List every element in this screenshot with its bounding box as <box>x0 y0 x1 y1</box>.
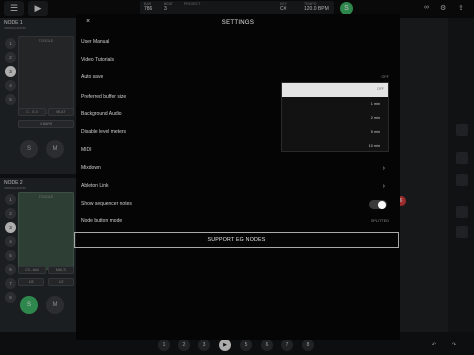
dropdown-option-off[interactable]: OFF <box>282 83 388 97</box>
disable-meters-label: Disable level meters <box>81 129 127 135</box>
settings-modal: × SETTINGS User Manual Video Tutorials A… <box>76 14 400 340</box>
show-seq-notes-label: Show sequencer notes <box>81 201 132 207</box>
buffer-size-label: Preferred buffer size <box>81 94 127 100</box>
ableton-link-label: Ableton Link <box>81 183 109 189</box>
ableton-link-row[interactable]: Ableton Link › <box>81 180 393 193</box>
dropdown-option-5min[interactable]: 5 min <box>282 125 388 139</box>
mixdown-label: Mixdown <box>81 165 101 171</box>
ableton-link-chevron-icon: › <box>382 183 385 190</box>
toggle-knob <box>378 200 386 209</box>
dropdown-option-1min[interactable]: 1 min <box>282 97 388 111</box>
video-tutorials-row[interactable]: Video Tutorials <box>81 54 393 67</box>
dropdown-option-2min[interactable]: 2 min <box>282 111 388 125</box>
background-audio-label: Background Audio <box>81 111 122 117</box>
show-seq-notes-row[interactable]: Show sequencer notes <box>81 198 393 211</box>
user-manual-row[interactable]: User Manual <box>81 36 393 49</box>
node-button-mode-value: SPLITTED <box>370 219 389 223</box>
support-button[interactable]: SUPPORT EG NODES <box>74 232 399 248</box>
node-button-mode-label: Node button mode <box>81 218 123 224</box>
midi-label: MIDI <box>81 147 92 153</box>
show-seq-notes-toggle[interactable] <box>369 200 387 209</box>
user-manual-label: User Manual <box>81 39 110 45</box>
dropdown-option-10min[interactable]: 10 min <box>282 139 388 153</box>
mixdown-row[interactable]: Mixdown › <box>81 162 393 175</box>
settings-title: SETTINGS <box>221 20 255 26</box>
mixdown-chevron-icon: › <box>382 165 385 172</box>
auto-save-label: Auto save <box>81 74 104 80</box>
node-button-mode-row[interactable]: Node button mode SPLITTED <box>81 215 393 228</box>
auto-save-dropdown: OFF 1 min 2 min 5 min 10 min <box>281 82 389 152</box>
video-tutorials-label: Video Tutorials <box>81 57 114 63</box>
